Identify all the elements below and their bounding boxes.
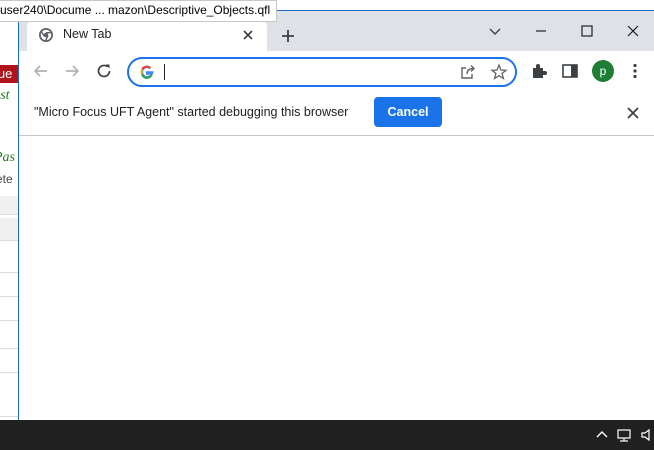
back-icon[interactable] [31, 61, 51, 81]
chrome-icon [39, 28, 53, 42]
row-divider [0, 372, 18, 373]
table-row [0, 218, 18, 240]
tab-search-icon[interactable] [481, 17, 509, 45]
text-caret [164, 64, 165, 80]
background-window-title: user240\Docume ... mazon\Descriptive_Obj… [0, 0, 278, 22]
row-divider [0, 416, 18, 417]
forward-icon[interactable] [62, 61, 82, 81]
side-panel-icon[interactable] [560, 61, 580, 81]
result-text: Pas [0, 150, 15, 165]
row-divider [0, 296, 18, 297]
infobar-message: "Micro Focus UFT Agent" started debuggin… [34, 105, 349, 119]
close-window-icon[interactable] [619, 17, 647, 45]
share-icon[interactable] [459, 63, 477, 81]
tab-title: New Tab [63, 27, 112, 41]
tab-new-tab[interactable]: New Tab [27, 19, 267, 51]
page-content [19, 136, 654, 421]
row-text: ete [0, 172, 13, 186]
reload-icon[interactable] [94, 61, 114, 81]
close-tab-icon[interactable] [239, 26, 257, 44]
row-divider [0, 240, 18, 241]
row-divider [0, 348, 18, 349]
address-input[interactable] [163, 62, 447, 84]
row-divider [0, 272, 18, 273]
new-tab-button[interactable] [277, 25, 299, 47]
browser-window: New Tab p "Micro Focus UFT Agent" starte… [18, 10, 654, 421]
address-bar[interactable] [127, 57, 517, 87]
taskbar [0, 420, 654, 450]
result-text: est [0, 88, 10, 103]
profile-avatar[interactable]: p [592, 60, 614, 82]
google-icon [140, 65, 154, 80]
bookmark-star-icon[interactable] [490, 63, 508, 81]
toolbar: p [19, 51, 654, 91]
table-row [0, 196, 18, 214]
status-badge: lue [0, 65, 18, 83]
background-app: lue est Pas ete [0, 0, 18, 420]
more-options-icon[interactable] [625, 61, 645, 81]
maximize-icon[interactable] [573, 17, 601, 45]
extensions-icon[interactable] [529, 61, 549, 81]
close-icon[interactable] [625, 105, 641, 121]
volume-icon[interactable] [640, 428, 654, 442]
row-divider [0, 214, 18, 215]
cancel-button[interactable]: Cancel [374, 97, 442, 127]
minimize-icon[interactable] [527, 17, 555, 45]
network-icon[interactable] [617, 428, 631, 442]
debugging-infobar: "Micro Focus UFT Agent" started debuggin… [19, 91, 654, 136]
chevron-up-icon[interactable] [595, 428, 609, 442]
row-divider [0, 320, 18, 321]
